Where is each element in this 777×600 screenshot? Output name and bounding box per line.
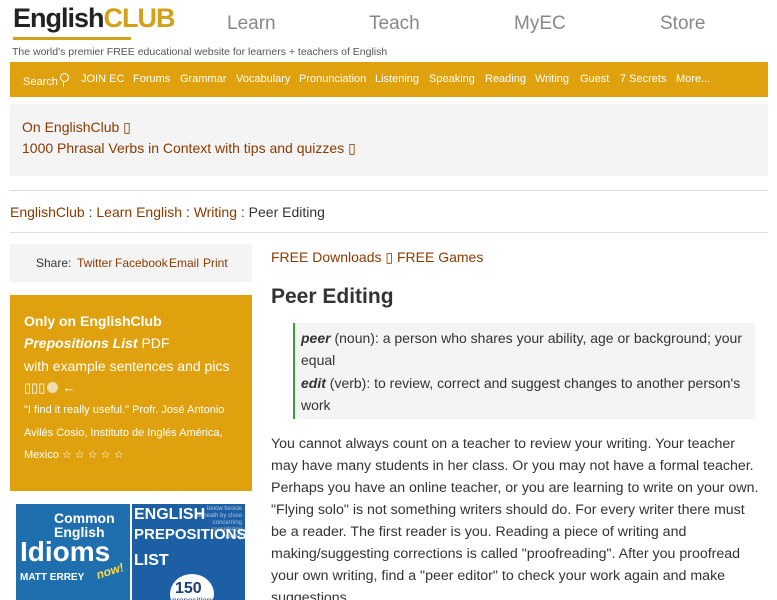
nav-listening[interactable]: Listening: [375, 73, 419, 85]
definition-peer: peer (noun): a person who shares your ab…: [301, 330, 742, 369]
arrow-left-icon: ←: [62, 380, 76, 395]
sidebox-product: Prepositions List PDF: [24, 335, 170, 351]
free-downloads-link[interactable]: FREE Downloads: [271, 249, 382, 265]
circle-icon: [47, 382, 59, 393]
nav-forums[interactable]: Forums: [133, 73, 170, 85]
share-label: Share:: [36, 256, 72, 270]
topnav-store[interactable]: Store: [660, 13, 705, 35]
site-tagline: The world's premier FREE educational web…: [12, 46, 388, 58]
topnav-learn[interactable]: Learn: [227, 13, 276, 35]
sidebox-testimonial: "I find it really useful." Profr. José A…: [24, 404, 225, 461]
free-links: FREE Downloads ▯ FREE Games: [271, 249, 484, 265]
nav-more[interactable]: More...: [676, 73, 710, 85]
share-facebook[interactable]: Facebook: [115, 256, 168, 270]
definitions-box: peer (noun): a person who shares your ab…: [293, 323, 755, 419]
sidebox-icons: ▯▯▯ ←: [24, 380, 76, 395]
breadcrumb-home[interactable]: EnglishClub: [10, 204, 85, 220]
breadcrumb: EnglishClub : Learn English : Writing : …: [10, 204, 325, 220]
promo-link-phrasal-verbs[interactable]: 1000 Phrasal Verbs in Context with tips …: [22, 140, 356, 157]
divider: [10, 232, 768, 233]
nav-guest[interactable]: Guest: [580, 73, 609, 85]
sidebox-description: with example sentences and pics: [24, 358, 230, 374]
site-header: EnglishCLUB The world's premier FREE edu…: [0, 0, 777, 62]
promo-link-englishclub[interactable]: On EnglishClub ▯: [22, 119, 131, 136]
nav-search[interactable]: Search: [23, 73, 69, 88]
share-print[interactable]: Print: [203, 256, 228, 270]
prepositions-promo-box[interactable]: Only on EnglishClub Prepositions List PD…: [10, 295, 252, 491]
breadcrumb-writing[interactable]: Writing: [194, 204, 237, 220]
nav-join-ec[interactable]: JOIN EC: [81, 73, 124, 85]
free-games-link[interactable]: FREE Games: [397, 249, 483, 265]
page-title: Peer Editing: [271, 285, 394, 308]
divider: [10, 190, 768, 191]
definition-edit: edit (verb): to review, correct and sugg…: [301, 374, 741, 413]
sidebox-heading: Only on EnglishClub: [24, 313, 162, 329]
nav-speaking[interactable]: Speaking: [429, 73, 475, 85]
search-icon: [59, 73, 69, 87]
breadcrumb-current: Peer Editing: [248, 204, 325, 220]
book-cover-prepositions[interactable]: below beside beneath by close concerning…: [132, 504, 245, 600]
nav-pronunciation[interactable]: Pronunciation: [299, 73, 366, 85]
topnav-myec[interactable]: MyEC: [514, 13, 566, 35]
nav-7-secrets[interactable]: 7 Secrets: [620, 73, 666, 85]
nav-grammar[interactable]: Grammar: [180, 73, 226, 85]
nav-writing[interactable]: Writing: [535, 73, 569, 85]
main-navbar: Search JOIN EC Forums Grammar Vocabulary…: [10, 62, 768, 97]
share-box: Share: Twitter Facebook Email Print: [10, 244, 252, 282]
article-paragraph: You cannot always count on a teacher to …: [271, 436, 759, 600]
book-cover-idioms[interactable]: Common English Idioms MATT ERREY now!: [16, 504, 130, 600]
nav-vocabulary[interactable]: Vocabulary: [236, 73, 290, 85]
breadcrumb-learn-english[interactable]: Learn English: [96, 204, 182, 220]
topnav-teach[interactable]: Teach: [369, 13, 420, 35]
share-email[interactable]: Email: [169, 256, 199, 270]
share-twitter[interactable]: Twitter: [77, 256, 112, 270]
top-navigation: Learn Teach MyEC Store: [0, 13, 777, 39]
promo-box: On EnglishClub ▯ 1000 Phrasal Verbs in C…: [10, 104, 768, 176]
nav-reading[interactable]: Reading: [485, 73, 526, 85]
